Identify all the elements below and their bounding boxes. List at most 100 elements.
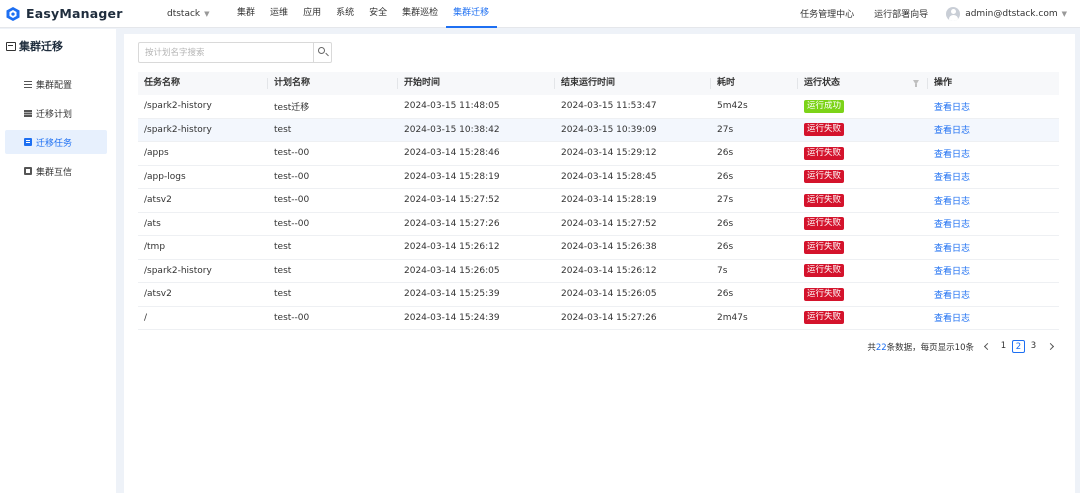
nav-item-cluster[interactable]: 集群 (230, 0, 263, 28)
cell-duration: 2m47s (717, 312, 748, 323)
cell-end-time: 2024-03-14 15:28:19 (561, 195, 657, 206)
view-log-link[interactable]: 查看日志 (934, 314, 970, 324)
chevron-left-icon[interactable] (983, 342, 992, 351)
view-log-link[interactable]: 查看日志 (934, 150, 970, 160)
table-row[interactable]: /spark2-history test 2024-03-15 10:38:42 20… (138, 118, 1059, 142)
sidebar-title-text: 集群迁移 (19, 40, 63, 53)
filter-icon[interactable] (913, 80, 919, 87)
table-row[interactable]: / test--00 2024-03-14 15:24:39 2024-03-14 1… (138, 307, 1059, 330)
cell-end-time: 2024-03-15 11:53:47 (561, 101, 657, 112)
task-center-link[interactable]: 任务管理中心 (800, 7, 854, 20)
sidebar-item-label: 集群配置 (36, 80, 73, 91)
column-header-plan-name: 计划名称 (268, 72, 398, 95)
view-log-link[interactable]: 查看日志 (934, 197, 970, 207)
status-badge: 运行失败 (804, 193, 845, 207)
main-nav: 集群 运维 应用 系统 安全 集群巡检 集群迁移 (230, 0, 497, 28)
page-button-2[interactable]: 2 (1012, 340, 1025, 353)
nav-item-system[interactable]: 系统 (329, 0, 362, 28)
cell-duration: 26s (717, 289, 734, 300)
table-row[interactable]: /atsv2 test 2024-03-14 15:25:39 2024-03-14 … (138, 283, 1059, 307)
status-badge: 运行失败 (804, 217, 845, 231)
nav-item-security[interactable]: 安全 (362, 0, 395, 28)
nav-item-inspection[interactable]: 集群巡检 (395, 0, 446, 28)
nav-item-apps[interactable]: 应用 (296, 0, 329, 28)
cell-status: 运行失败 (798, 123, 928, 137)
cell-task-name: /spark2-history (144, 124, 212, 135)
cell-duration: 5m42s (717, 101, 748, 112)
cell-plan-name: test (274, 124, 292, 135)
status-badge: 运行失败 (804, 170, 845, 184)
cell-duration: 26s (717, 148, 734, 159)
status-badge: 运行失败 (804, 264, 845, 278)
cell-start-time: 2024-03-14 15:26:12 (404, 242, 500, 253)
cell-status: 运行失败 (798, 170, 928, 184)
table-row[interactable]: /ats test--00 2024-03-14 15:27:26 2024-03-1… (138, 213, 1059, 236)
cell-duration: 27s (717, 124, 734, 135)
nav-item-ops[interactable]: 运维 (263, 0, 296, 28)
cell-end-time: 2024-03-14 15:27:52 (561, 218, 657, 229)
chevron-right-icon[interactable] (1046, 342, 1055, 351)
column-header-status-label: 运行状态 (804, 78, 841, 88)
list-icon (24, 109, 32, 117)
cell-start-time: 2024-03-15 11:48:05 (404, 101, 500, 112)
cell-action: 查看日志 (928, 123, 1059, 136)
view-log-link[interactable]: 查看日志 (934, 220, 970, 230)
deploy-wizard-link[interactable]: 运行部署向导 (874, 7, 928, 20)
migration-icon (6, 41, 16, 51)
view-log-link[interactable]: 查看日志 (934, 291, 970, 301)
view-log-link[interactable]: 查看日志 (934, 173, 970, 183)
view-log-link[interactable]: 查看日志 (934, 126, 970, 136)
search-button[interactable] (313, 43, 331, 62)
cell-end-time: 2024-03-14 15:27:26 (561, 312, 657, 323)
sidebar-item-cluster-config[interactable]: 集群配置 (5, 72, 107, 96)
table-row[interactable]: /atsv2 test--00 2024-03-14 15:27:52 2024-03… (138, 189, 1059, 213)
cluster-select-value: dtstack (167, 8, 201, 19)
view-log-link[interactable]: 查看日志 (934, 244, 970, 254)
cell-status: 运行成功 (798, 99, 928, 113)
cell-task-name: /atsv2 (144, 195, 172, 206)
cell-status: 运行失败 (798, 287, 928, 301)
sidebar-item-cluster-trust[interactable]: 集群互信 (5, 159, 107, 183)
cell-start-time: 2024-03-14 15:28:19 (404, 171, 500, 182)
task-table: 任务名称 计划名称 开始时间 结束运行时间 耗时 运行状态 操作 /spark2… (138, 72, 1059, 330)
page-button-1[interactable]: 1 (997, 340, 1010, 353)
table-row[interactable]: /spark2-history test迁移 2024-03-15 11:48:05… (138, 95, 1059, 119)
main-panel: 任务名称 计划名称 开始时间 结束运行时间 耗时 运行状态 操作 /spark2… (124, 34, 1075, 493)
view-log-link[interactable]: 查看日志 (934, 103, 970, 113)
trust-icon (24, 167, 32, 175)
cell-action: 查看日志 (928, 288, 1059, 301)
cell-plan-name: test--00 (274, 312, 310, 323)
app-logo[interactable]: EasyManager (5, 6, 153, 22)
cell-duration: 7s (717, 265, 728, 276)
cell-plan-name: test--00 (274, 218, 310, 229)
cell-action: 查看日志 (928, 100, 1059, 113)
user-menu[interactable]: admin@dtstack.com ▼ (946, 6, 1067, 21)
cell-duration: 26s (717, 171, 734, 182)
table-row[interactable]: /spark2-history test 2024-03-14 15:26:05 20… (138, 260, 1059, 283)
cell-duration: 27s (717, 195, 734, 206)
cell-status: 运行失败 (798, 311, 928, 325)
cluster-select[interactable]: dtstack ▼ (167, 9, 210, 19)
cell-task-name: / (144, 312, 148, 323)
cell-action: 查看日志 (928, 241, 1059, 254)
view-log-link[interactable]: 查看日志 (934, 267, 970, 277)
column-header-end-time: 结束运行时间 (555, 72, 711, 95)
table-body: /spark2-history test迁移 2024-03-15 11:48:05… (138, 95, 1059, 330)
sidebar-item-migration-task[interactable]: 迁移任务 (5, 130, 107, 154)
table-row[interactable]: /app-logs test--00 2024-03-14 15:28:19 2024… (138, 166, 1059, 189)
nav-item-migration[interactable]: 集群迁移 (445, 0, 497, 28)
sidebar-item-migration-plan[interactable]: 迁移计划 (5, 101, 107, 125)
top-navbar: EasyManager dtstack ▼ 集群 运维 应用 系统 安全 集群巡… (0, 0, 1080, 28)
sidebar-menu: 集群配置 迁移计划 迁移任务 集群互信 (0, 72, 116, 183)
cell-action: 查看日志 (928, 311, 1059, 324)
app-name: EasyManager (26, 6, 123, 21)
cell-task-name: /atsv2 (144, 289, 172, 300)
page-button-3[interactable]: 3 (1027, 340, 1040, 353)
chevron-down-icon: ▼ (204, 9, 210, 18)
table-row[interactable]: /apps test--00 2024-03-14 15:28:46 2024-03-… (138, 142, 1059, 166)
cell-plan-name: test迁移 (274, 102, 310, 113)
status-badge: 运行失败 (804, 146, 845, 160)
status-badge: 运行失败 (804, 240, 845, 254)
table-row[interactable]: /tmp test 2024-03-14 15:26:12 2024-03-14 15… (138, 236, 1059, 260)
search-input[interactable] (139, 43, 313, 62)
